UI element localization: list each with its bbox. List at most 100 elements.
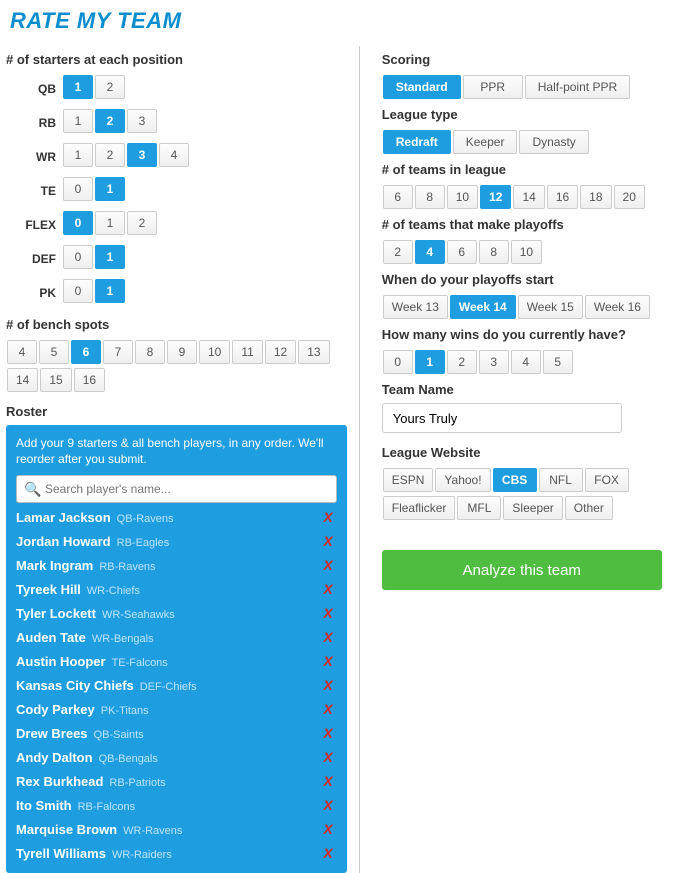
position-option[interactable]: 0 — [63, 177, 93, 201]
website-option[interactable]: Other — [565, 496, 613, 520]
remove-player-icon[interactable]: X — [323, 701, 336, 717]
bench-option[interactable]: 11 — [232, 340, 262, 364]
website-option[interactable]: FOX — [585, 468, 629, 492]
playoffs-option[interactable]: 6 — [447, 240, 477, 264]
position-option[interactable]: 1 — [63, 75, 93, 99]
player-row[interactable]: Andy DaltonQB-BengalsX — [16, 745, 337, 769]
remove-player-icon[interactable]: X — [323, 677, 336, 693]
position-option[interactable]: 3 — [127, 109, 157, 133]
analyze-button[interactable]: Analyze this team — [382, 550, 662, 590]
teams-option[interactable]: 8 — [415, 185, 445, 209]
player-row[interactable]: Marquise BrownWR-RavensX — [16, 817, 337, 841]
website-option[interactable]: Sleeper — [503, 496, 562, 520]
playoff-start-option[interactable]: Week 15 — [518, 295, 583, 319]
position-option[interactable]: 1 — [95, 177, 125, 201]
remove-player-icon[interactable]: X — [323, 533, 336, 549]
remove-player-icon[interactable]: X — [323, 605, 336, 621]
playoffs-option[interactable]: 8 — [479, 240, 509, 264]
position-option[interactable]: 1 — [63, 109, 93, 133]
player-row[interactable]: Mark IngramRB-RavensX — [16, 553, 337, 577]
remove-player-icon[interactable]: X — [323, 557, 336, 573]
wins-option[interactable]: 3 — [479, 350, 509, 374]
team-name-input[interactable] — [382, 403, 622, 433]
website-option[interactable]: CBS — [493, 468, 537, 492]
teams-option[interactable]: 14 — [513, 185, 544, 209]
position-option[interactable]: 0 — [63, 211, 93, 235]
playoff-start-option[interactable]: Week 13 — [383, 295, 448, 319]
position-option[interactable]: 1 — [95, 211, 125, 235]
position-option[interactable]: 3 — [127, 143, 157, 167]
bench-option[interactable]: 5 — [39, 340, 69, 364]
position-option[interactable]: 0 — [63, 245, 93, 269]
bench-option[interactable]: 9 — [167, 340, 197, 364]
scoring-option[interactable]: PPR — [463, 75, 523, 99]
scoring-option[interactable]: Half-point PPR — [525, 75, 630, 99]
remove-player-icon[interactable]: X — [323, 629, 336, 645]
teams-option[interactable]: 12 — [480, 185, 511, 209]
wins-option[interactable]: 1 — [415, 350, 445, 374]
playoffs-option[interactable]: 4 — [415, 240, 445, 264]
player-row[interactable]: Jordan HowardRB-EaglesX — [16, 529, 337, 553]
player-row[interactable]: Tyler LockettWR-SeahawksX — [16, 601, 337, 625]
playoffs-option[interactable]: 10 — [511, 240, 542, 264]
player-row[interactable]: Austin HooperTE-FalconsX — [16, 649, 337, 673]
league-type-option[interactable]: Dynasty — [519, 130, 588, 154]
player-row[interactable]: Ito SmithRB-FalconsX — [16, 793, 337, 817]
remove-player-icon[interactable]: X — [323, 581, 336, 597]
league-type-option[interactable]: Keeper — [453, 130, 518, 154]
position-option[interactable]: 1 — [95, 279, 125, 303]
player-row[interactable]: Kansas City ChiefsDEF-ChiefsX — [16, 673, 337, 697]
position-option[interactable]: 2 — [127, 211, 157, 235]
teams-option[interactable]: 20 — [614, 185, 645, 209]
remove-player-icon[interactable]: X — [323, 773, 336, 789]
playoffs-option[interactable]: 2 — [383, 240, 413, 264]
position-option[interactable]: 2 — [95, 75, 125, 99]
player-row[interactable]: Lamar JacksonQB-RavensX — [16, 505, 337, 529]
bench-option[interactable]: 8 — [135, 340, 165, 364]
website-option[interactable]: MFL — [457, 496, 501, 520]
position-option[interactable]: 0 — [63, 279, 93, 303]
bench-option[interactable]: 12 — [265, 340, 296, 364]
teams-option[interactable]: 10 — [447, 185, 478, 209]
bench-option[interactable]: 10 — [199, 340, 230, 364]
remove-player-icon[interactable]: X — [323, 797, 336, 813]
player-row[interactable]: Tyrell WilliamsWR-RaidersX — [16, 841, 337, 865]
player-row[interactable]: Cody ParkeyPK-TitansX — [16, 697, 337, 721]
league-type-option[interactable]: Redraft — [383, 130, 451, 154]
search-input[interactable] — [16, 475, 337, 503]
remove-player-icon[interactable]: X — [323, 725, 336, 741]
wins-option[interactable]: 4 — [511, 350, 541, 374]
bench-option[interactable]: 13 — [298, 340, 329, 364]
playoff-start-option[interactable]: Week 16 — [585, 295, 650, 319]
position-option[interactable]: 1 — [63, 143, 93, 167]
player-row[interactable]: Auden TateWR-BengalsX — [16, 625, 337, 649]
player-row[interactable]: Tyreek HillWR-ChiefsX — [16, 577, 337, 601]
position-option[interactable]: 2 — [95, 143, 125, 167]
remove-player-icon[interactable]: X — [323, 749, 336, 765]
remove-player-icon[interactable]: X — [323, 653, 336, 669]
position-option[interactable]: 1 — [95, 245, 125, 269]
website-option[interactable]: Yahoo! — [435, 468, 490, 492]
bench-option[interactable]: 14 — [7, 368, 38, 392]
website-option[interactable]: NFL — [539, 468, 583, 492]
bench-option[interactable]: 4 — [7, 340, 37, 364]
position-option[interactable]: 4 — [159, 143, 189, 167]
remove-player-icon[interactable]: X — [323, 821, 336, 837]
bench-option[interactable]: 6 — [71, 340, 101, 364]
playoff-start-option[interactable]: Week 14 — [450, 295, 516, 319]
website-option[interactable]: Fleaflicker — [383, 496, 456, 520]
player-row[interactable]: Rex BurkheadRB-PatriotsX — [16, 769, 337, 793]
wins-option[interactable]: 2 — [447, 350, 477, 374]
player-row[interactable]: Drew BreesQB-SaintsX — [16, 721, 337, 745]
teams-option[interactable]: 6 — [383, 185, 413, 209]
scoring-option[interactable]: Standard — [383, 75, 461, 99]
remove-player-icon[interactable]: X — [323, 845, 336, 861]
bench-option[interactable]: 7 — [103, 340, 133, 364]
website-option[interactable]: ESPN — [383, 468, 434, 492]
wins-option[interactable]: 0 — [383, 350, 413, 374]
wins-option[interactable]: 5 — [543, 350, 573, 374]
teams-option[interactable]: 18 — [580, 185, 611, 209]
remove-player-icon[interactable]: X — [323, 509, 336, 525]
bench-option[interactable]: 16 — [74, 368, 105, 392]
bench-option[interactable]: 15 — [40, 368, 71, 392]
